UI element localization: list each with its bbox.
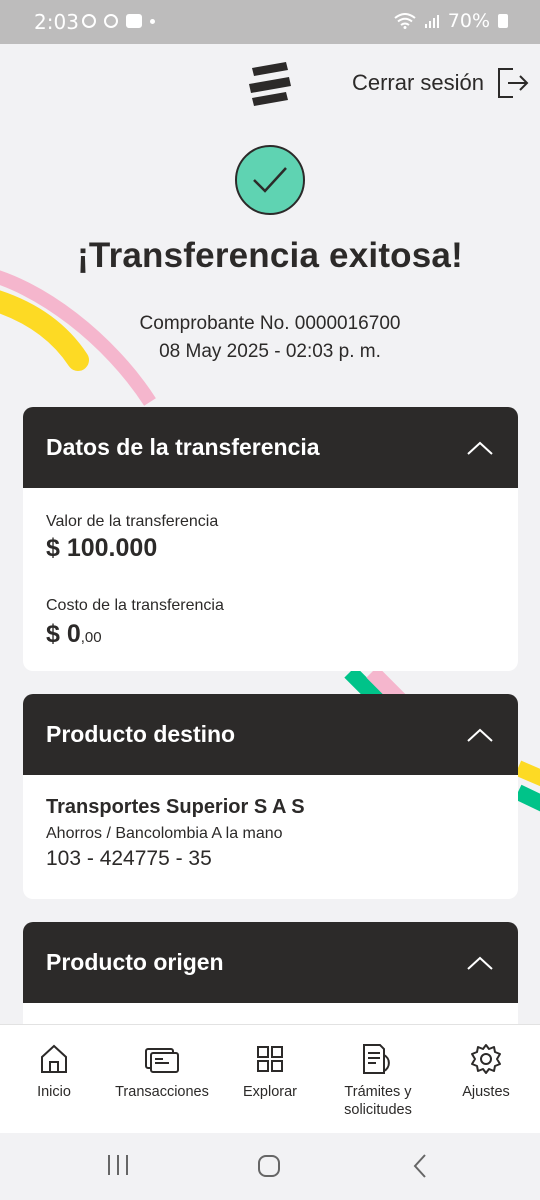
- transfer-cost-label: Costo de la transferencia: [46, 597, 224, 614]
- transfer-data-title: Datos de la transferencia: [46, 434, 320, 460]
- chrome-icon: [104, 14, 118, 28]
- system-navigation-bar: [0, 1133, 540, 1200]
- chrome-icon: [82, 14, 96, 28]
- nav-inicio[interactable]: Inicio: [0, 1025, 108, 1134]
- page-title: ¡Transferencia exitosa!: [77, 236, 463, 275]
- nav-ajustes-label: Ajustes: [462, 1084, 510, 1100]
- logout-icon: [498, 68, 529, 98]
- signal-icon: [424, 15, 439, 28]
- app-notification-icon: [126, 14, 142, 28]
- status-time: 2:03: [34, 10, 79, 34]
- status-bar: 2:03 70%: [0, 0, 540, 44]
- transfer-data-header[interactable]: Datos de la transferencia: [23, 407, 518, 488]
- bancolombia-logo: [249, 62, 291, 106]
- battery-icon: [498, 14, 508, 28]
- receipt-info: Comprobante No. 0000016700 08 May 2025 -…: [0, 310, 540, 366]
- nav-inicio-label: Inicio: [37, 1084, 71, 1100]
- more-notifications-icon: [150, 18, 155, 24]
- gear-icon: [471, 1044, 501, 1074]
- grid-icon: [257, 1046, 283, 1072]
- notification-icons: [82, 14, 155, 28]
- cards-icon: [145, 1048, 179, 1073]
- transfer-cost-amount: $ 0,00: [46, 620, 495, 649]
- nav-ajustes[interactable]: Ajustes: [432, 1025, 540, 1134]
- destination-account-number: 103 - 424775 - 35: [46, 847, 212, 870]
- nav-tramites-label: Trámites y solicitudes: [344, 1084, 412, 1118]
- transfer-data-card: Datos de la transferencia Valor de la tr…: [23, 407, 518, 671]
- transfer-cost-main: $ 0: [46, 620, 81, 648]
- success-check-icon: [235, 145, 305, 215]
- nav-tramites[interactable]: Trámites y solicitudes: [324, 1025, 432, 1134]
- logout-button[interactable]: Cerrar sesión: [352, 66, 530, 100]
- home-button-icon[interactable]: [257, 1154, 281, 1178]
- document-icon: [363, 1044, 390, 1074]
- destination-product-card: Producto destino Transportes Superior S …: [23, 694, 518, 899]
- destination-name: Transportes Superior S A S: [46, 796, 305, 818]
- receipt-number: Comprobante No. 0000016700: [139, 313, 401, 334]
- back-icon[interactable]: [410, 1153, 430, 1179]
- destination-product-title: Producto destino: [46, 721, 236, 747]
- origin-product-title: Producto origen: [46, 949, 224, 975]
- logout-label: Cerrar sesión: [351, 70, 484, 95]
- chevron-up-icon[interactable]: [466, 727, 494, 743]
- bottom-navigation: Inicio Transacciones Explorar Trámites y…: [0, 1024, 540, 1134]
- transfer-value-label: Valor de la transferencia: [46, 513, 219, 530]
- chevron-up-icon[interactable]: [466, 955, 494, 971]
- origin-product-header[interactable]: Producto origen: [23, 922, 518, 1003]
- origin-product-card: Producto origen: [23, 922, 518, 1024]
- transfer-value-amount: $ 100.000: [46, 534, 158, 562]
- destination-account-type: Ahorros / Bancolombia A la mano: [46, 825, 283, 842]
- chevron-up-icon[interactable]: [466, 440, 494, 456]
- nav-explorar[interactable]: Explorar: [216, 1025, 324, 1134]
- wifi-icon: [394, 13, 416, 29]
- home-icon: [41, 1044, 67, 1073]
- receipt-date: 08 May 2025 - 02:03 p. m.: [159, 341, 381, 362]
- recent-apps-icon[interactable]: [106, 1153, 130, 1177]
- destination-product-header[interactable]: Producto destino: [23, 694, 518, 775]
- battery-percent: 70%: [447, 10, 490, 32]
- nav-explorar-label: Explorar: [243, 1084, 297, 1100]
- transfer-cost-cents: ,00: [80, 629, 102, 646]
- nav-transacciones-label: Transacciones: [115, 1084, 209, 1100]
- nav-transacciones[interactable]: Transacciones: [108, 1025, 216, 1134]
- status-right: 70%: [394, 10, 508, 32]
